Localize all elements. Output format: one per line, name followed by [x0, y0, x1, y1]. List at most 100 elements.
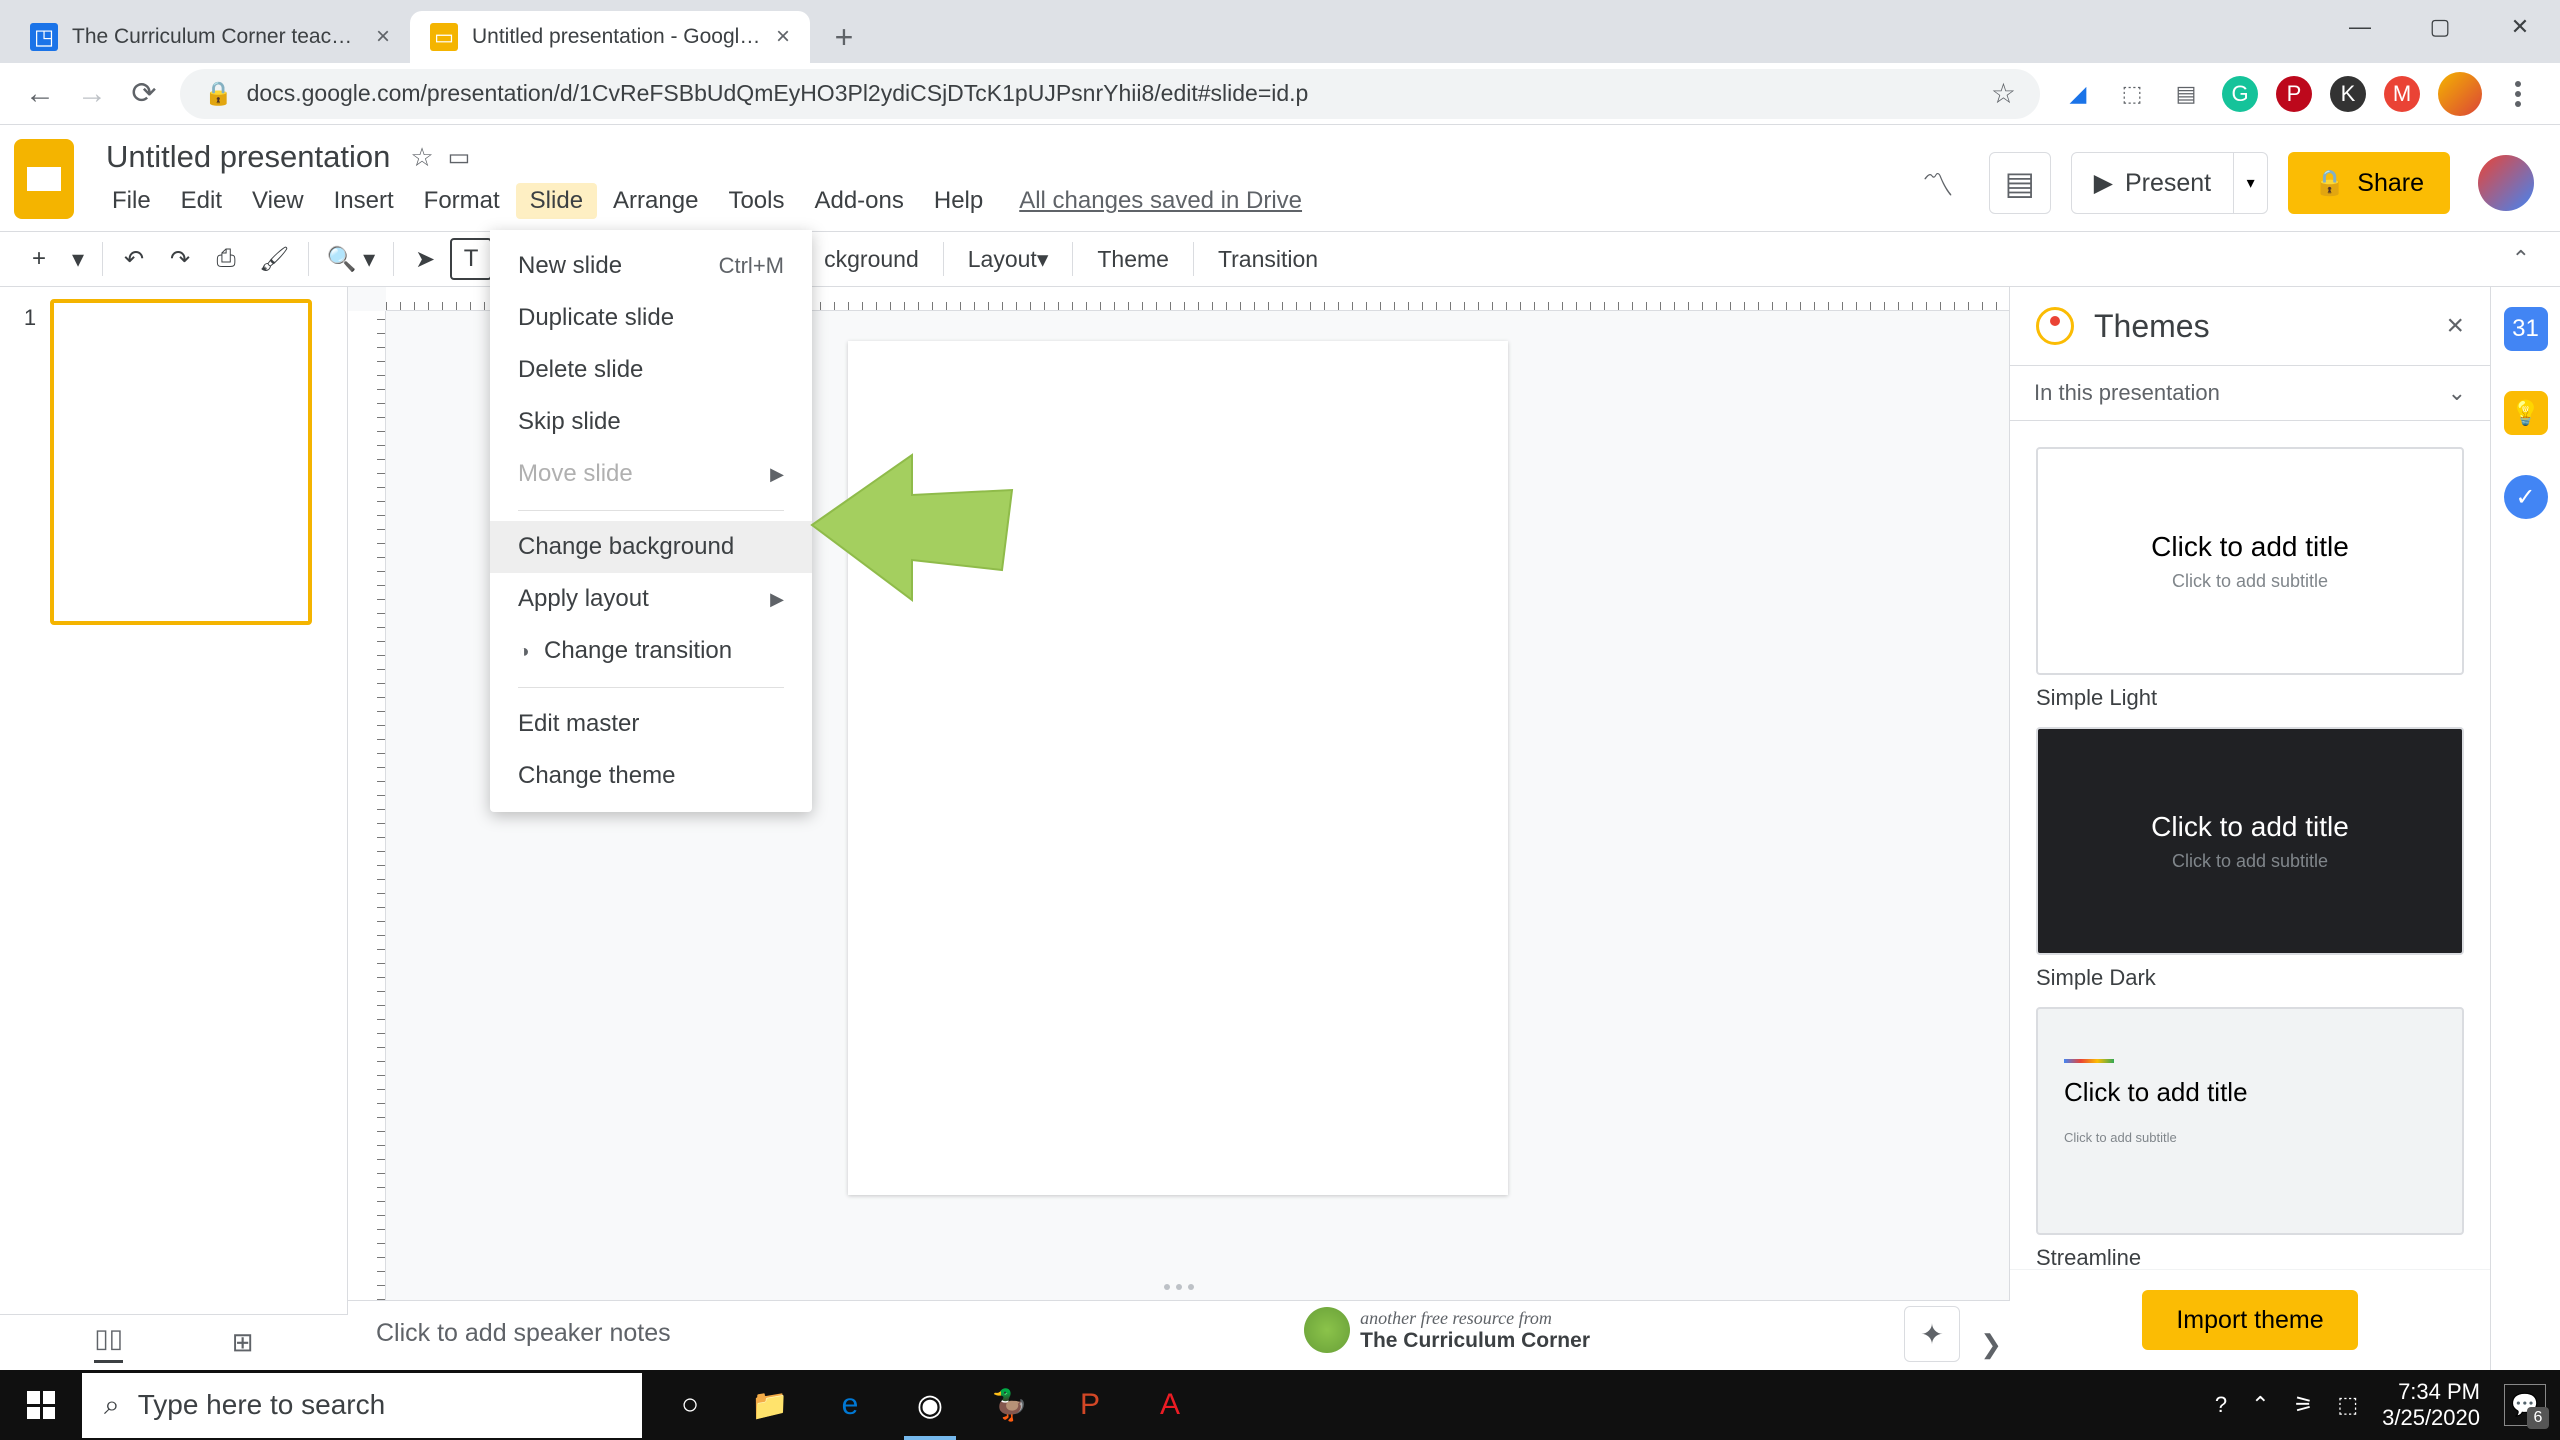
- ext-icon-k[interactable]: K: [2330, 76, 2366, 112]
- close-icon[interactable]: ×: [2446, 309, 2464, 343]
- acrobat-icon[interactable]: A: [1130, 1370, 1210, 1440]
- taskbar-search[interactable]: ⌕ Type here to search: [82, 1373, 642, 1438]
- side-panel-next[interactable]: ❯: [1980, 1329, 2002, 1360]
- back-button[interactable]: ←: [14, 68, 66, 120]
- filmstrip-view-icon[interactable]: ▯▯: [94, 1323, 123, 1363]
- close-icon[interactable]: ×: [376, 23, 390, 51]
- skip-slide-item[interactable]: Skip slide: [490, 396, 812, 448]
- new-slide-item[interactable]: New slide Ctrl+M: [490, 240, 812, 292]
- change-background-item[interactable]: Change background: [490, 521, 812, 573]
- redo-button[interactable]: ↷: [159, 238, 201, 280]
- zoom-button[interactable]: 🔍 ▾: [319, 238, 384, 280]
- close-icon[interactable]: ×: [776, 23, 790, 51]
- edge-icon[interactable]: e: [810, 1370, 890, 1440]
- menu-tools[interactable]: Tools: [714, 183, 798, 219]
- address-bar[interactable]: 🔒 docs.google.com/presentation/d/1CvReFS…: [180, 69, 2040, 119]
- action-center-icon[interactable]: 💬6: [2504, 1384, 2546, 1426]
- reload-button[interactable]: ⟳: [118, 68, 170, 120]
- duck-icon[interactable]: 🦆: [970, 1370, 1050, 1440]
- comments-icon[interactable]: ▤: [1989, 152, 2051, 214]
- tasks-icon[interactable]: ✓: [2504, 475, 2548, 519]
- activity-icon[interactable]: 〽: [1907, 152, 1969, 214]
- new-slide-button[interactable]: +: [18, 238, 60, 280]
- move-folder-icon[interactable]: ▭: [448, 143, 471, 172]
- menu-edit[interactable]: Edit: [167, 183, 236, 219]
- browser-tab-1[interactable]: ▭ Untitled presentation - Google Sl ×: [410, 11, 810, 63]
- dropbox-tray-icon[interactable]: ⬚: [2337, 1392, 2358, 1418]
- powerpoint-icon[interactable]: P: [1050, 1370, 1130, 1440]
- menu-addons[interactable]: Add-ons: [800, 183, 917, 219]
- chrome-icon[interactable]: ◉: [890, 1370, 970, 1440]
- save-status[interactable]: All changes saved in Drive: [1019, 187, 1302, 215]
- ext-icon-reader[interactable]: ▤: [2168, 76, 2204, 112]
- clock[interactable]: 7:34 PM 3/25/2020: [2382, 1379, 2480, 1432]
- tray-expand-icon[interactable]: ⌃: [2251, 1392, 2269, 1418]
- star-icon[interactable]: ☆: [410, 142, 433, 173]
- cortana-icon[interactable]: ○: [650, 1370, 730, 1440]
- menu-format[interactable]: Format: [410, 183, 514, 219]
- change-theme-item[interactable]: Change theme: [490, 750, 812, 802]
- keep-icon[interactable]: 💡: [2504, 391, 2548, 435]
- profile-avatar[interactable]: [2438, 72, 2482, 116]
- menu-file[interactable]: File: [98, 183, 165, 219]
- speaker-notes[interactable]: Click to add speaker notes another free …: [348, 1300, 2010, 1370]
- theme-card-simple-dark[interactable]: Click to add title Click to add subtitle…: [2036, 727, 2464, 991]
- share-button[interactable]: 🔒 Share: [2288, 152, 2450, 214]
- explore-button[interactable]: ✦: [1904, 1306, 1960, 1362]
- chrome-menu-button[interactable]: [2500, 81, 2536, 107]
- menu-help[interactable]: Help: [920, 183, 997, 219]
- browser-tab-0[interactable]: ◳ The Curriculum Corner teachers ×: [10, 11, 410, 63]
- change-transition-item[interactable]: ◑ Change transition: [490, 625, 812, 677]
- star-icon[interactable]: ☆: [1991, 77, 2016, 110]
- background-button[interactable]: ckground: [810, 238, 933, 280]
- menu-arrange[interactable]: Arrange: [599, 183, 712, 219]
- import-theme-button[interactable]: Import theme: [2142, 1290, 2357, 1350]
- themes-filter[interactable]: In this presentation ⌄: [2010, 365, 2490, 421]
- delete-slide-item[interactable]: Delete slide: [490, 344, 812, 396]
- move-slide-item[interactable]: Move slide ▶: [490, 448, 812, 500]
- slide-thumbnail-1[interactable]: [50, 299, 312, 625]
- layout-button[interactable]: Layout ▾: [954, 238, 1063, 280]
- account-avatar[interactable]: [2478, 155, 2534, 211]
- undo-button[interactable]: ↶: [113, 238, 155, 280]
- help-icon[interactable]: ?: [2215, 1392, 2227, 1418]
- close-window-button[interactable]: ✕: [2480, 0, 2560, 54]
- ext-icon-dropbox[interactable]: ⬚: [2114, 76, 2150, 112]
- minimize-button[interactable]: —: [2320, 0, 2400, 54]
- select-tool[interactable]: ➤: [404, 238, 446, 280]
- document-title[interactable]: Untitled presentation: [98, 137, 398, 177]
- maximize-button[interactable]: ▢: [2400, 0, 2480, 54]
- submenu-arrow-icon: ▶: [770, 464, 784, 485]
- grid-view-icon[interactable]: ⊞: [232, 1327, 254, 1358]
- theme-button[interactable]: Theme: [1083, 238, 1183, 280]
- new-slide-dropdown[interactable]: ▾: [64, 238, 92, 280]
- ext-icon-pinterest[interactable]: P: [2276, 76, 2312, 112]
- lock-icon: 🔒: [2314, 169, 2345, 198]
- start-button[interactable]: [0, 1370, 82, 1440]
- wifi-icon[interactable]: ⚞: [2294, 1392, 2314, 1418]
- ext-icon-grammarly[interactable]: G: [2222, 76, 2258, 112]
- slides-logo-icon[interactable]: [14, 139, 74, 219]
- present-button[interactable]: ▶ Present: [2071, 152, 2234, 214]
- collapse-toolbar[interactable]: ⌃: [2500, 246, 2542, 272]
- new-tab-button[interactable]: +: [820, 13, 868, 61]
- file-explorer-icon[interactable]: 📁: [730, 1370, 810, 1440]
- apply-layout-item[interactable]: Apply layout ▶: [490, 573, 812, 625]
- ext-icon-gmail[interactable]: M: [2384, 76, 2420, 112]
- menu-view[interactable]: View: [238, 183, 318, 219]
- print-button[interactable]: ⎙: [205, 238, 247, 280]
- calendar-icon[interactable]: 31: [2504, 307, 2548, 351]
- theme-card-streamline[interactable]: Click to add title Click to add subtitle…: [2036, 1007, 2464, 1269]
- menu-insert[interactable]: Insert: [320, 183, 408, 219]
- present-dropdown[interactable]: ▾: [2234, 152, 2268, 214]
- notes-drag-handle[interactable]: [1164, 1284, 1194, 1290]
- forward-button[interactable]: →: [66, 68, 118, 120]
- theme-card-simple-light[interactable]: Click to add title Click to add subtitle…: [2036, 447, 2464, 711]
- menu-slide[interactable]: Slide: [516, 183, 597, 219]
- edit-master-item[interactable]: Edit master: [490, 698, 812, 750]
- paint-format-button[interactable]: 🖌: [251, 238, 297, 280]
- transition-button[interactable]: Transition: [1204, 238, 1332, 280]
- ext-icon-1[interactable]: ◢: [2060, 76, 2096, 112]
- textbox-tool[interactable]: T: [450, 238, 492, 280]
- duplicate-slide-item[interactable]: Duplicate slide: [490, 292, 812, 344]
